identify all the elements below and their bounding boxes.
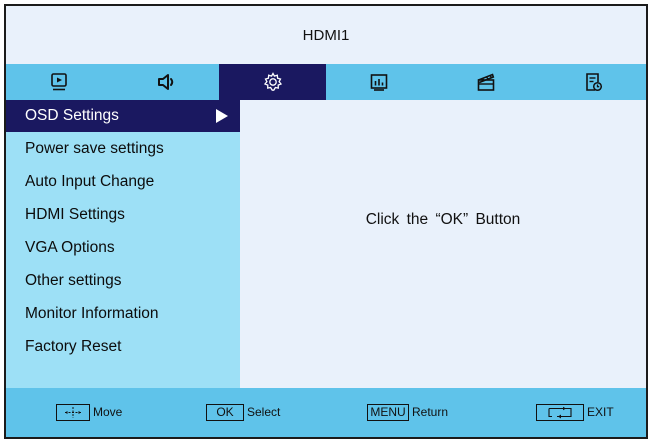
input-source-title: HDMI1: [6, 6, 646, 64]
hint-move: Move: [56, 403, 122, 421]
menu-item-label: OSD Settings: [25, 107, 119, 124]
bar-chart-icon: [371, 74, 388, 91]
settings-menu: OSD Settings Power save settings Auto In…: [6, 100, 240, 388]
menu-item-label: Other settings: [25, 272, 122, 289]
key-hint-bar: Move OK Select MENU Return EXIT: [6, 388, 646, 437]
clapperboard-icon: [477, 73, 495, 91]
menu-item-label: Factory Reset: [25, 338, 122, 355]
menu-item-monitor-information[interactable]: Monitor Information: [6, 297, 240, 330]
tab-display-info[interactable]: [326, 64, 433, 100]
menu-item-power-save-settings[interactable]: Power save settings: [6, 132, 240, 165]
menu-item-factory-reset[interactable]: Factory Reset: [6, 330, 240, 363]
select-label: Select: [247, 405, 281, 419]
input-source-label: HDMI1: [302, 26, 350, 44]
menu-item-label: Power save settings: [25, 140, 164, 157]
menu-item-label: Monitor Information: [25, 305, 159, 322]
osd-window: HDMI1 OSD Settings Power save settings A…: [4, 4, 648, 439]
tab-settings[interactable]: [219, 64, 327, 100]
instruction-text: Click the “OK” Button: [365, 211, 521, 228]
exit-key[interactable]: [536, 403, 584, 421]
hint-exit: EXIT: [536, 403, 614, 421]
menu-item-auto-input-change[interactable]: Auto Input Change: [6, 165, 240, 198]
dpad-icon: [65, 406, 81, 418]
menu-item-label: Auto Input Change: [25, 173, 155, 190]
speaker-icon: [158, 74, 174, 90]
hint-return: MENU Return: [367, 403, 448, 421]
move-label: Move: [93, 405, 123, 419]
hint-select: OK Select: [206, 403, 280, 421]
return-arrows-icon: [548, 406, 572, 418]
tab-schedule[interactable]: [539, 64, 646, 100]
submenu-arrow-icon: [216, 109, 228, 123]
exit-label: EXIT: [587, 405, 614, 419]
menu-item-vga-options[interactable]: VGA Options: [6, 231, 240, 264]
menu-item-other-settings[interactable]: Other settings: [6, 264, 240, 297]
move-key[interactable]: [56, 403, 90, 421]
ok-key[interactable]: OK: [206, 403, 244, 421]
picture-play-icon: [51, 73, 68, 91]
gear-icon: [263, 72, 282, 91]
tab-media[interactable]: [433, 64, 540, 100]
menu-item-label: HDMI Settings: [25, 206, 125, 223]
menu-item-label: VGA Options: [25, 239, 115, 256]
tab-audio[interactable]: [113, 64, 220, 100]
return-label: Return: [412, 405, 449, 419]
category-tab-bar: [6, 64, 646, 100]
tab-picture[interactable]: [6, 64, 113, 100]
schedule-clock-icon: [585, 73, 602, 92]
menu-item-hdmi-settings[interactable]: HDMI Settings: [6, 198, 240, 231]
content-panel: Click the “OK” Button: [240, 100, 646, 388]
menu-key[interactable]: MENU: [367, 403, 409, 421]
menu-item-osd-settings[interactable]: OSD Settings: [6, 100, 240, 132]
